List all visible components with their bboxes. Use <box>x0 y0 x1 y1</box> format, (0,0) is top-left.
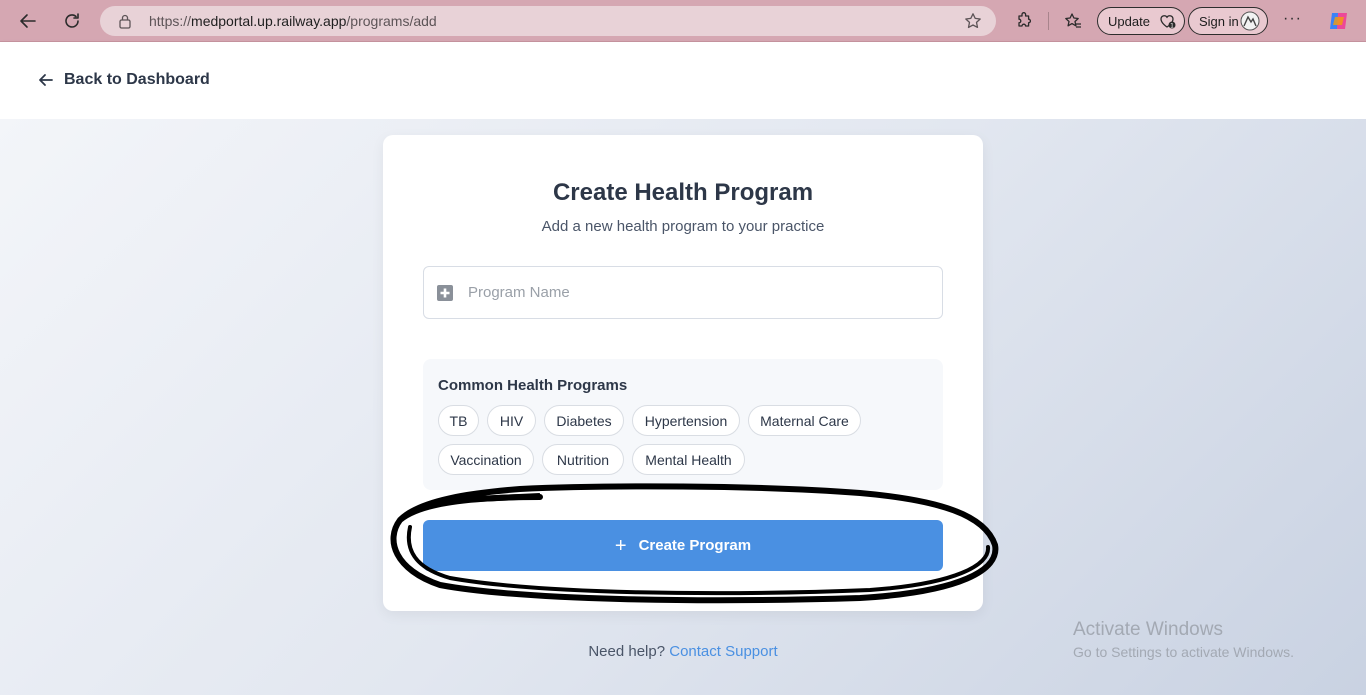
chip-tb[interactable]: TB <box>438 405 479 436</box>
program-name-field[interactable] <box>423 266 943 319</box>
back-label: Back to Dashboard <box>64 71 210 88</box>
update-label: Update <box>1108 13 1150 29</box>
copilot-icon[interactable] <box>1327 9 1351 33</box>
avatar <box>1239 11 1261 34</box>
activate-windows-watermark: Activate Windows Go to Settings to activ… <box>1073 619 1294 660</box>
common-programs-panel: Common Health Programs TB HIV Diabetes H… <box>423 359 943 490</box>
url-text: https://medportal.up.railway.app/program… <box>149 13 437 29</box>
more-options-icon[interactable]: ··· <box>1283 10 1302 28</box>
favorite-star-icon[interactable] <box>964 12 982 35</box>
common-programs-title: Common Health Programs <box>438 377 628 394</box>
favorites-icon[interactable] <box>1061 9 1085 33</box>
app-header: Back to Dashboard <box>0 42 1366 119</box>
program-name-input[interactable] <box>468 267 928 318</box>
toolbar-separator <box>1048 12 1049 30</box>
chip-mental-health[interactable]: Mental Health <box>632 444 745 475</box>
chip-diabetes[interactable]: Diabetes <box>544 405 624 436</box>
signin-button[interactable]: Sign in <box>1188 7 1268 35</box>
chip-vaccination[interactable]: Vaccination <box>438 444 534 475</box>
create-program-card: Create Health Program Add a new health p… <box>383 135 983 611</box>
lock-icon <box>118 13 132 34</box>
contact-support-link[interactable]: Contact Support <box>669 643 777 660</box>
help-text: Need help? <box>588 643 666 660</box>
create-program-label: Create Program <box>638 537 752 554</box>
chip-hypertension[interactable]: Hypertension <box>632 405 740 436</box>
plus-icon: + <box>614 534 627 557</box>
browser-toolbar: https://medportal.up.railway.app/program… <box>0 0 1366 42</box>
svg-text:1: 1 <box>1170 23 1174 30</box>
create-program-button[interactable]: + Create Program <box>423 520 943 571</box>
page-subtitle: Add a new health program to your practic… <box>541 218 825 235</box>
watermark-line2: Go to Settings to activate Windows. <box>1073 644 1294 660</box>
extensions-icon[interactable] <box>1012 9 1036 33</box>
back-arrow-icon[interactable] <box>15 8 41 34</box>
address-bar[interactable]: https://medportal.up.railway.app/program… <box>100 6 996 36</box>
chip-maternal-care[interactable]: Maternal Care <box>748 405 861 436</box>
back-to-dashboard-link[interactable]: Back to Dashboard <box>38 71 210 89</box>
heart-update-icon: 1 <box>1158 12 1178 33</box>
page-title: Create Health Program <box>552 179 814 206</box>
update-button[interactable]: Update 1 <box>1097 7 1185 35</box>
chip-nutrition[interactable]: Nutrition <box>542 444 624 475</box>
medical-plus-icon <box>437 285 453 301</box>
refresh-icon[interactable] <box>59 8 85 34</box>
watermark-line1: Activate Windows <box>1073 619 1223 640</box>
arrow-left-icon <box>39 74 53 86</box>
chip-hiv[interactable]: HIV <box>487 405 536 436</box>
signin-label: Sign in <box>1199 13 1239 29</box>
